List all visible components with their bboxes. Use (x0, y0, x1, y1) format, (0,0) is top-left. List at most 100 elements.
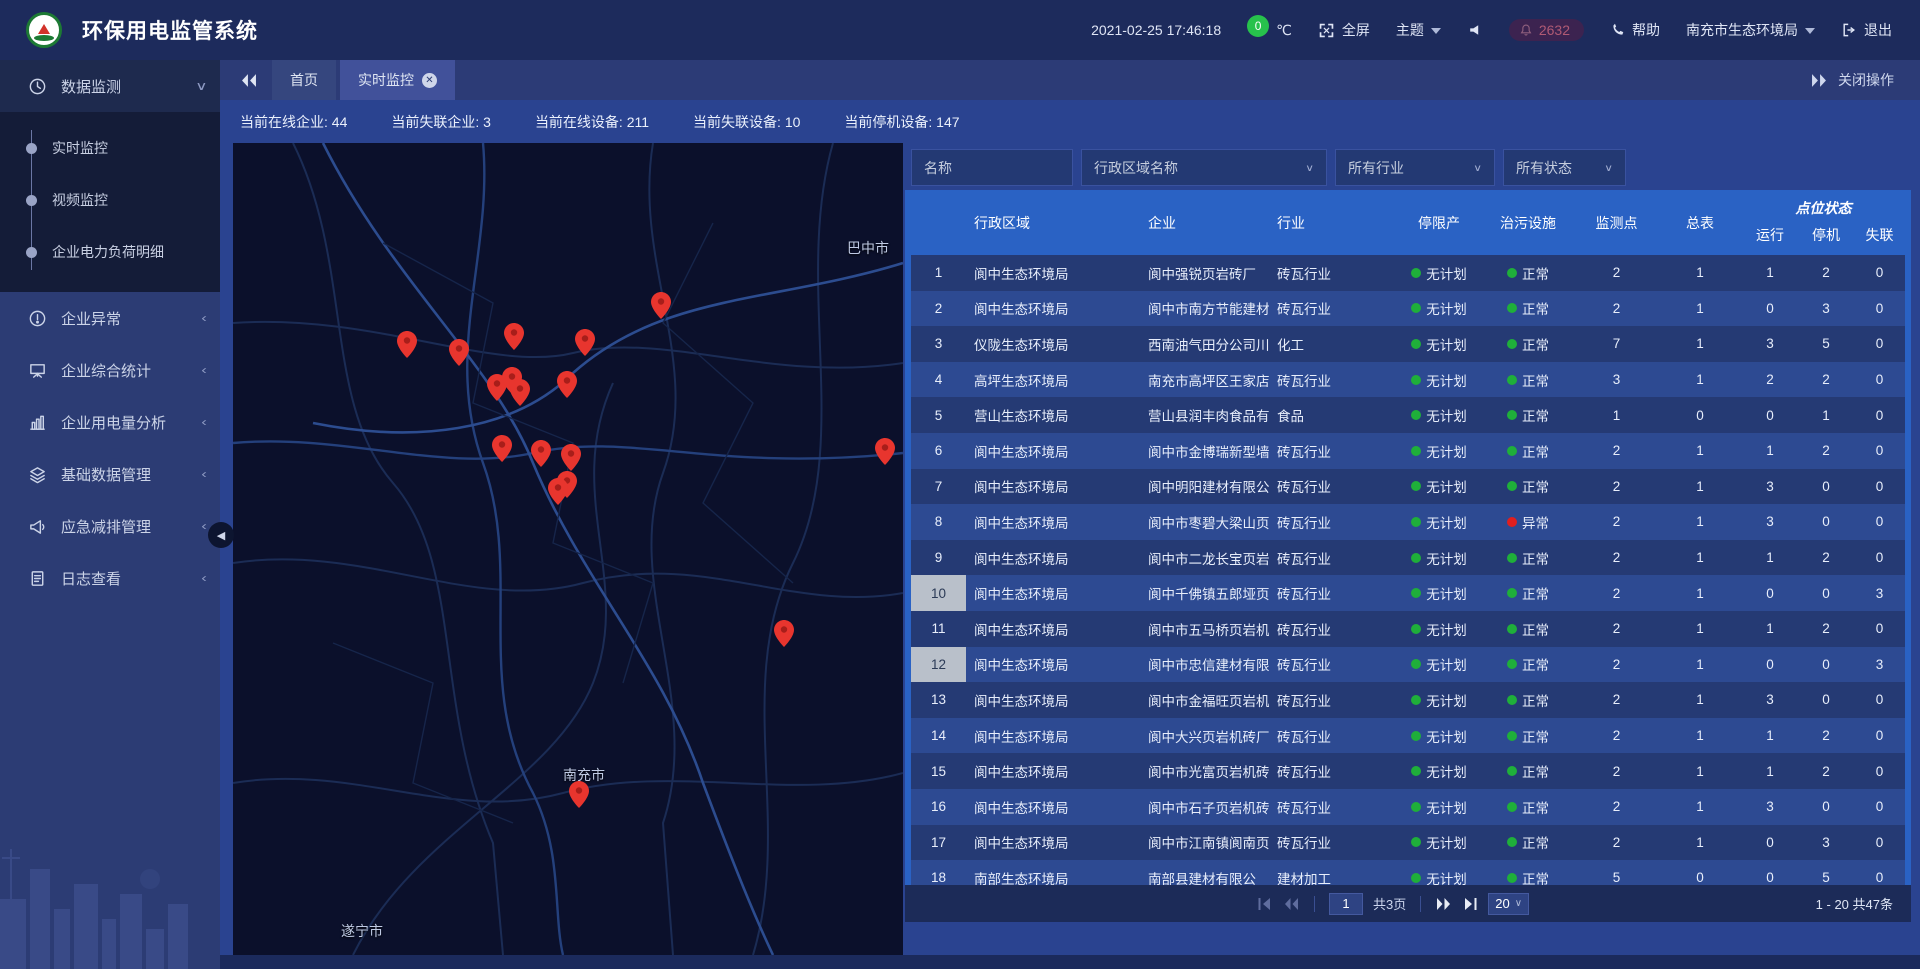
sound-button[interactable] (1467, 22, 1483, 38)
previous-page-button[interactable] (1283, 897, 1300, 911)
tab-0[interactable]: 首页 (272, 60, 336, 100)
table-row[interactable]: 2阆中生态环境局阆中市南方节能建材有砖瓦行业无计划正常21030 (911, 291, 1905, 327)
table-row[interactable]: 11阆中生态环境局阆中市五马桥页岩机砖砖瓦行业无计划正常21120 (911, 611, 1905, 647)
cell-company: 阆中市金博瑞新型墙材 (1140, 433, 1269, 469)
table-row[interactable]: 7阆中生态环境局阆中明阳建材有限公司砖瓦行业无计划正常21300 (911, 469, 1905, 505)
tab-1[interactable]: 实时监控✕ (340, 60, 455, 100)
table-row[interactable]: 12阆中生态环境局阆中市忠信建材有限公砖瓦行业无计划正常21003 (911, 647, 1905, 683)
table-row[interactable]: 5营山生态环境局营山县润丰肉食品有限食品无计划正常10010 (911, 397, 1905, 433)
cell-company: 阆中市江南镇阆南页岩 (1140, 825, 1269, 861)
map-pin-icon[interactable] (397, 331, 417, 358)
cell-company: 阆中市南方节能建材有 (1140, 291, 1269, 327)
map-pin-icon[interactable] (510, 379, 530, 406)
map-pin-icon[interactable] (492, 435, 512, 462)
cell-industry: 砖瓦行业 (1269, 504, 1396, 540)
map-pin-icon[interactable] (569, 781, 589, 808)
map-pin-icon[interactable] (875, 438, 895, 465)
map-pin-icon[interactable] (504, 323, 524, 350)
col-meters: 总表 (1659, 190, 1741, 255)
fullscreen-icon (1318, 22, 1335, 39)
table-row[interactable]: 14阆中生态环境局阆中大兴页岩机砖厂砖瓦行业无计划正常21120 (911, 718, 1905, 754)
sidebar-item-4[interactable]: 基础数据管理‹ (0, 448, 220, 500)
log-icon (28, 569, 47, 588)
table-row[interactable]: 17阆中生态环境局阆中市江南镇阆南页岩砖瓦行业无计划正常21030 (911, 825, 1905, 861)
status-select[interactable]: 所有状态 ∨ (1503, 149, 1626, 186)
row-index: 9 (911, 540, 966, 576)
fullscreen-button[interactable]: 全屏 (1318, 20, 1370, 40)
map-pin-icon[interactable] (651, 292, 671, 319)
sidebar-item-0[interactable]: 数据监测∨ (0, 60, 220, 112)
cell-points: 2 (1574, 504, 1659, 540)
cell-run: 3 (1741, 504, 1799, 540)
page-size-select[interactable]: 20 ∨ (1488, 893, 1529, 915)
cell-stop: 0 (1799, 789, 1853, 825)
cell-industry: 砖瓦行业 (1269, 718, 1396, 754)
map-pin-icon[interactable] (774, 620, 794, 647)
table-row[interactable]: 15阆中生态环境局阆中市光富页岩机砖厂砖瓦行业无计划正常21120 (911, 753, 1905, 789)
sidebar-subitem-1[interactable]: 视频监控 (0, 174, 220, 226)
theme-dropdown[interactable]: 主题 (1396, 20, 1441, 40)
cell-facility-status: 正常 (1482, 682, 1574, 718)
table-header: 行政区域 企业 行业 停限产 治污设施 监测点 总表 点位状态 运行 停机 失联 (911, 190, 1905, 255)
cell-region: 阆中生态环境局 (966, 825, 1140, 861)
sidebar-item-2[interactable]: 企业综合统计‹ (0, 344, 220, 396)
table-row[interactable]: 4高坪生态环境局南充市高坪区王家店建砖瓦行业无计划正常31220 (911, 362, 1905, 398)
cell-facility-status: 正常 (1482, 575, 1574, 611)
cell-stop: 2 (1799, 362, 1853, 398)
page-number-input[interactable]: 1 (1329, 893, 1363, 915)
chevron-down-icon (1805, 28, 1815, 34)
map-pin-icon[interactable] (575, 329, 595, 356)
sidebar-item-1[interactable]: 企业异常‹ (0, 292, 220, 344)
logout-button[interactable]: 退出 (1841, 20, 1892, 40)
table-row[interactable]: 6阆中生态环境局阆中市金博瑞新型墙材砖瓦行业无计划正常21120 (911, 433, 1905, 469)
table-row[interactable]: 3仪陇生态环境局西南油气田分公司川中化工无计划正常71350 (911, 326, 1905, 362)
close-operations-dropdown[interactable]: 关闭操作 (1810, 70, 1920, 90)
help-button[interactable]: 帮助 (1610, 20, 1660, 40)
row-index: 1 (911, 255, 966, 291)
map-pin-icon[interactable] (531, 440, 551, 467)
cell-limit-status: 无计划 (1396, 291, 1482, 327)
industry-select[interactable]: 所有行业 ∨ (1335, 149, 1495, 186)
sidebar-item-3[interactable]: 企业用电量分析‹ (0, 396, 220, 448)
table-row[interactable]: 18南部生态环境局南部县建材有限公建材加工无计划正常50050 (911, 860, 1905, 885)
map-pin-icon[interactable] (557, 371, 577, 398)
table-row[interactable]: 16阆中生态环境局阆中市石子页岩机砖厂砖瓦行业无计划正常21300 (911, 789, 1905, 825)
col-region: 行政区域 (966, 190, 1140, 255)
cell-lost: 0 (1853, 469, 1905, 505)
next-page-button[interactable] (1435, 897, 1452, 911)
cell-points: 7 (1574, 326, 1659, 362)
cell-industry: 砖瓦行业 (1269, 753, 1396, 789)
sidebar-item-5[interactable]: 应急减排管理‹ (0, 500, 220, 552)
table-row[interactable]: 1阆中生态环境局阆中强锐页岩砖厂砖瓦行业无计划正常21120 (911, 255, 1905, 291)
sidebar-collapse-button[interactable]: ◀ (208, 522, 234, 548)
map-pin-icon[interactable] (449, 339, 469, 366)
cell-meters: 1 (1659, 753, 1741, 789)
sidebar-subitem-2[interactable]: 企业电力负荷明细 (0, 226, 220, 278)
region-select[interactable]: 行政区域名称 ∨ (1081, 149, 1327, 186)
table-row[interactable]: 13阆中生态环境局阆中市金福旺页岩机砖砖瓦行业无计划正常21300 (911, 682, 1905, 718)
status-dot-green-icon (1507, 553, 1517, 563)
cell-stop: 2 (1799, 540, 1853, 576)
map-pin-icon[interactable] (561, 444, 581, 471)
sidebar-item-6[interactable]: 日志查看‹ (0, 552, 220, 604)
table-row[interactable]: 10阆中生态环境局阆中千佛镇五郎垭页岩砖瓦行业无计划正常21003 (911, 575, 1905, 611)
table-row[interactable]: 8阆中生态环境局阆中市枣碧大梁山页岩砖瓦行业无计划异常21300 (911, 504, 1905, 540)
last-page-button[interactable] (1462, 897, 1478, 911)
status-dot-green-icon (1507, 446, 1517, 456)
tabs: 首页实时监控✕ (272, 60, 459, 100)
sidebar-subitem-0[interactable]: 实时监控 (0, 122, 220, 174)
tab-close-icon[interactable]: ✕ (422, 73, 437, 88)
cell-run: 0 (1741, 291, 1799, 327)
table-row[interactable]: 9阆中生态环境局阆中市二龙长宝页岩砖砖瓦行业无计划正常21120 (911, 540, 1905, 576)
map-pin-icon[interactable] (548, 478, 568, 505)
cell-industry: 砖瓦行业 (1269, 575, 1396, 611)
notification-badge[interactable]: 2632 (1509, 19, 1584, 41)
name-search-input[interactable]: 名称 (911, 149, 1073, 186)
tabs-scroll-left-button[interactable] (240, 73, 258, 88)
org-dropdown[interactable]: 南充市生态环境局 (1686, 20, 1815, 40)
cell-limit-status: 无计划 (1396, 504, 1482, 540)
first-page-button[interactable] (1257, 897, 1273, 911)
map-panel[interactable]: 巴中市南充市遂宁市 (233, 143, 903, 955)
chevron-left-icon: ‹ (201, 363, 207, 377)
cell-meters: 1 (1659, 825, 1741, 861)
